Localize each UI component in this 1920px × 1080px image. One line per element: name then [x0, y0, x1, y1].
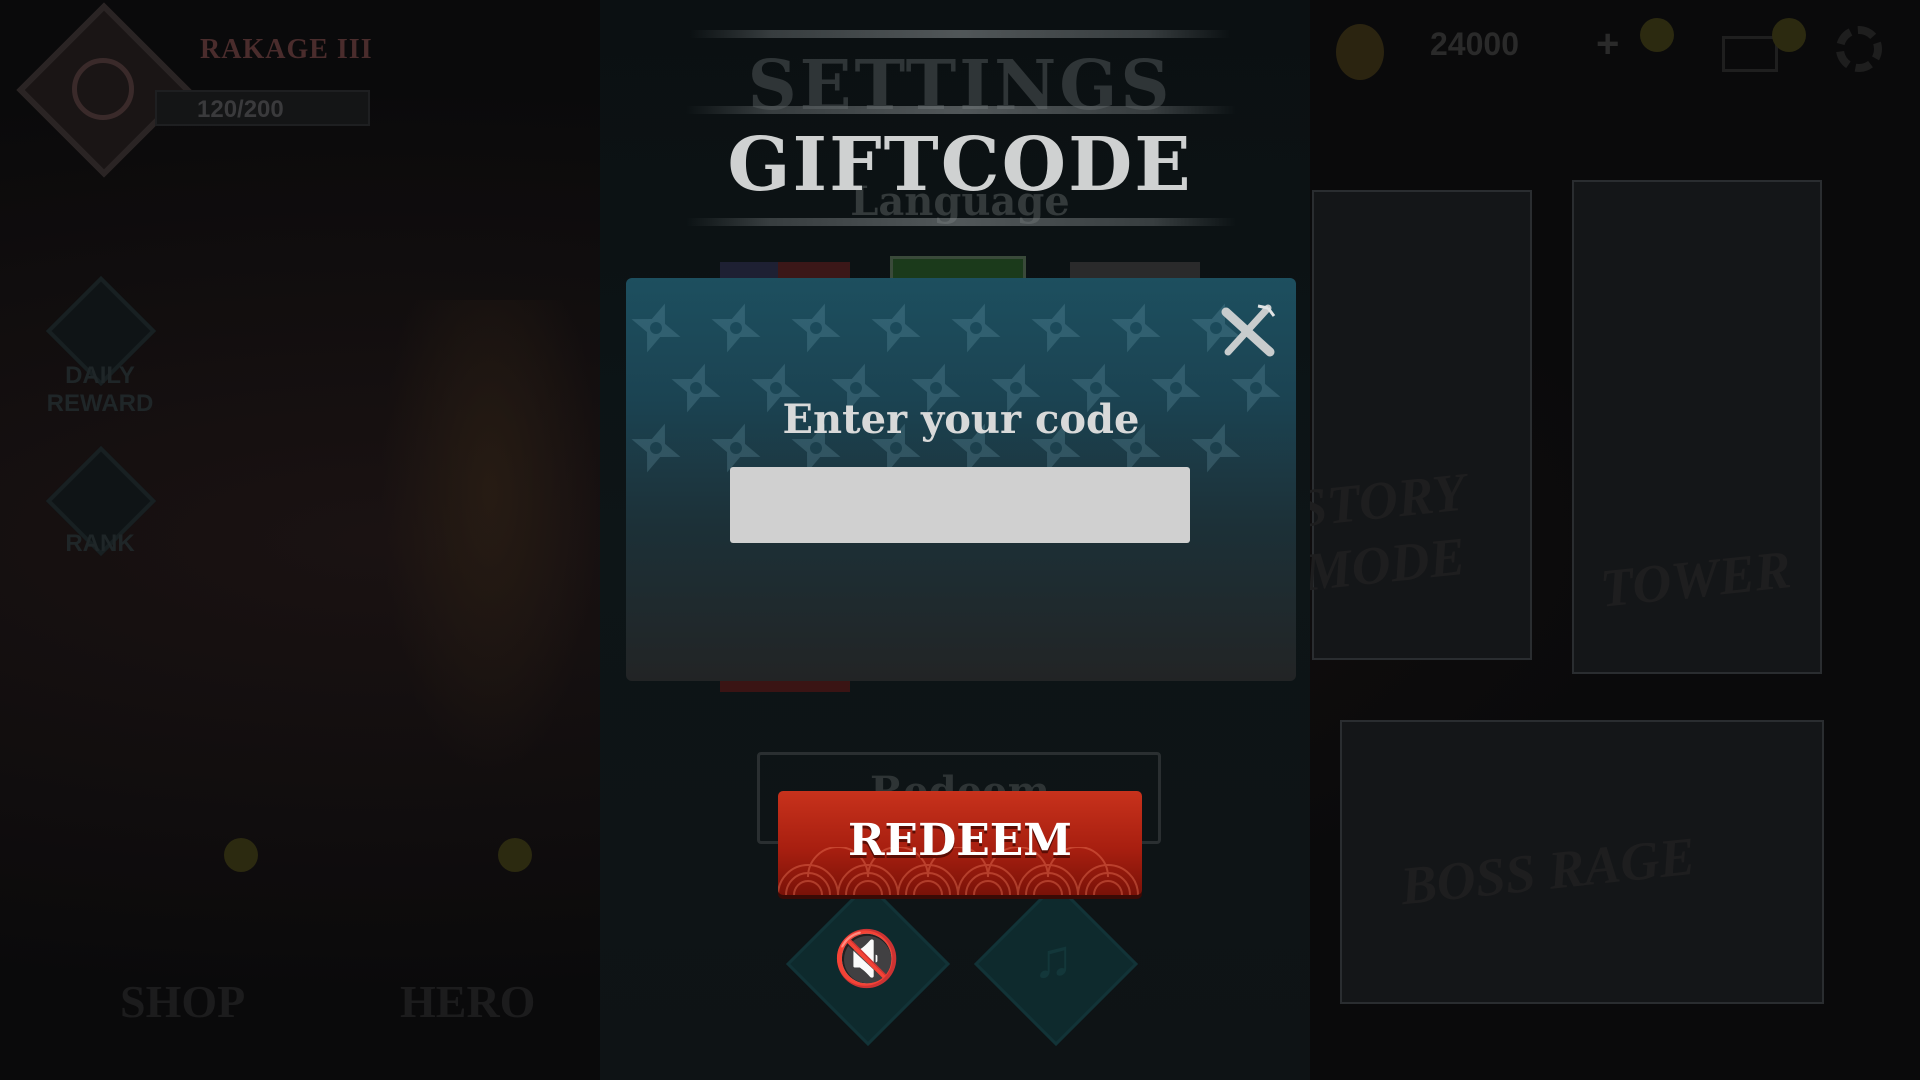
redeem-label: REDEEM	[847, 815, 1073, 866]
rank-label: RANK	[65, 530, 135, 557]
story-mode-label: STORY MODE	[1293, 461, 1469, 603]
music-mute-icon: ♫	[1032, 929, 1074, 989]
brush-divider	[686, 218, 1236, 226]
hero-label: HERO	[400, 976, 536, 1027]
brush-divider	[686, 106, 1236, 114]
brush-divider	[690, 30, 1230, 38]
settings-title: SETTINGS	[747, 46, 1173, 126]
speaker-mute-icon: 🔇	[833, 929, 901, 989]
enter-code-label: Enter your code	[782, 396, 1140, 443]
background-artwork	[380, 300, 600, 780]
daily-reward-label: DAILY REWARD	[46, 362, 154, 417]
shop-notification-dot	[224, 838, 258, 872]
giftcode-input[interactable]	[730, 467, 1190, 543]
giftcode-title: GIFTCODE	[727, 122, 1193, 208]
shop-label: SHOP	[120, 976, 246, 1027]
hero-notification-dot	[498, 838, 532, 872]
close-x-icon[interactable]	[1218, 302, 1278, 362]
shuriken-pattern	[626, 294, 1290, 482]
redeem-button[interactable]: REDEEM	[778, 791, 1142, 895]
